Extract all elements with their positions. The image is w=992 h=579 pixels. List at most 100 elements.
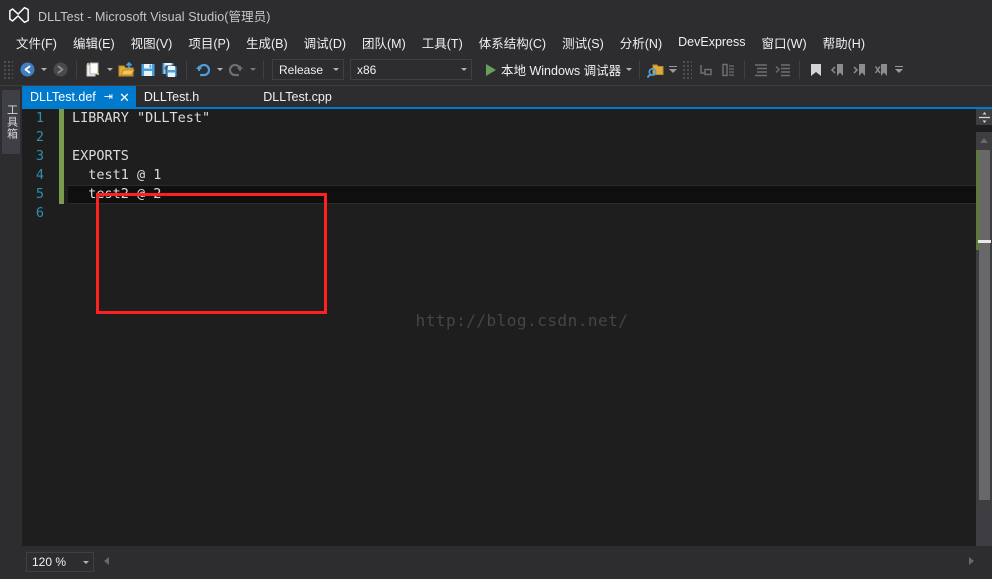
visual-studio-logo-icon [9, 6, 29, 24]
toolbar-separator [799, 60, 801, 79]
toolbar-overflow-icon[interactable] [893, 59, 905, 81]
undo-icon[interactable] [192, 59, 214, 81]
toolbar-overflow-icon[interactable] [667, 59, 679, 81]
step-into-icon[interactable] [695, 59, 717, 81]
solution-configuration-combo[interactable]: Release [272, 59, 344, 80]
current-line-highlight [68, 185, 976, 204]
clear-bookmarks-icon[interactable] [871, 59, 893, 81]
menu-item-help[interactable]: 帮助(H) [815, 30, 873, 55]
start-debugging-dropdown[interactable] [623, 59, 634, 81]
toolbar-separator [186, 60, 187, 79]
code-line: test1 @ 1 [72, 167, 162, 183]
solution-platform-combo[interactable]: x86 [350, 59, 472, 80]
menu-item-view[interactable]: 视图(V) [123, 30, 181, 55]
navigate-back-dropdown[interactable] [38, 59, 49, 81]
menu-item-devexpress[interactable]: DevExpress [670, 32, 753, 52]
menu-item-team[interactable]: 团队(M) [354, 30, 414, 55]
editor-gutter: 1 2 3 4 5 6 [22, 109, 68, 546]
close-icon[interactable]: ✕ [119, 91, 130, 104]
undo-dropdown[interactable] [214, 59, 225, 81]
scroll-right-icon[interactable] [963, 553, 979, 569]
scrollbar-thumb[interactable] [979, 150, 990, 500]
toolbar-separator [263, 60, 264, 79]
change-bar [59, 109, 64, 128]
play-icon [486, 63, 496, 76]
scroll-left-icon[interactable] [98, 553, 114, 569]
document-tab-label: DLLTest.cpp [263, 90, 332, 104]
next-bookmark-icon[interactable] [849, 59, 871, 81]
watermark-text: http://blog.csdn.net/ [415, 311, 629, 330]
menu-item-window[interactable]: 窗口(W) [754, 30, 815, 55]
change-bar [59, 128, 64, 147]
line-number: 2 [35, 129, 44, 145]
toolbar-grip[interactable] [683, 60, 693, 79]
menu-bar: 文件(F) 编辑(E) 视图(V) 项目(P) 生成(B) 调试(D) 团队(M… [0, 30, 992, 54]
menu-item-file[interactable]: 文件(F) [8, 30, 65, 55]
redo-icon[interactable] [225, 59, 247, 81]
menu-item-build[interactable]: 生成(B) [238, 30, 296, 55]
window-title: DLLTest - Microsoft Visual Studio(管理员) [38, 9, 271, 24]
line-number: 3 [35, 148, 44, 164]
start-debugging-label: 本地 Windows 调试器 [501, 64, 622, 78]
code-text-area[interactable]: LIBRARY "DLLTest" EXPORTS test1 @ 1 test… [68, 109, 976, 546]
redo-dropdown[interactable] [247, 59, 258, 81]
indent-icon[interactable] [750, 59, 772, 81]
open-file-icon[interactable] [115, 59, 137, 81]
standard-toolbar: Release x86 本地 Windows 调试器 [0, 54, 992, 86]
menu-item-architecture[interactable]: 体系结构(C) [471, 30, 554, 55]
document-tab-dlltest-cpp[interactable]: DLLTest.cpp [255, 86, 340, 108]
document-tab-dlltest-h[interactable]: DLLTest.h [136, 86, 207, 108]
menu-item-analyze[interactable]: 分析(N) [612, 30, 670, 55]
change-bar [59, 166, 64, 185]
document-tab-dlltest-def[interactable]: DLLTest.def ⇥ ✕ [22, 86, 136, 108]
toolbar-separator [639, 60, 641, 79]
solution-configuration-value: Release [279, 62, 324, 77]
chevron-down-icon [461, 68, 467, 71]
pin-icon[interactable]: ⇥ [104, 91, 113, 103]
document-tab-label: DLLTest.def [30, 90, 96, 104]
find-in-files-icon[interactable] [645, 59, 667, 81]
bookmark-icon[interactable] [805, 59, 827, 81]
change-bar [59, 185, 64, 204]
navigate-back-icon[interactable] [16, 59, 38, 81]
chevron-down-icon [333, 68, 339, 71]
vertical-scrollbar[interactable] [976, 109, 992, 569]
code-line: LIBRARY "DLLTest" [72, 110, 211, 126]
save-all-icon[interactable] [159, 59, 181, 81]
toolbar-grip[interactable] [4, 60, 13, 79]
outdent-icon[interactable] [772, 59, 794, 81]
code-line: EXPORTS [72, 148, 129, 164]
visual-studio-window: DLLTest - Microsoft Visual Studio(管理员) 文… [0, 0, 992, 579]
scroll-up-icon[interactable] [976, 132, 992, 148]
menu-item-test[interactable]: 测试(S) [554, 30, 612, 55]
code-line: test2 @ 2 [72, 186, 162, 202]
menu-item-tools[interactable]: 工具(T) [414, 30, 471, 55]
new-project-dropdown[interactable] [104, 59, 115, 81]
zoom-level-combo[interactable]: 120 % [26, 552, 94, 572]
horizontal-scrollbar-track[interactable] [114, 554, 962, 568]
line-number: 6 [35, 205, 44, 221]
menu-item-edit[interactable]: 编辑(E) [65, 30, 123, 55]
change-bar [59, 147, 64, 166]
editor-frame: DLLTest.def ⇥ ✕ DLLTest.h DLLTest.cpp 1 … [22, 86, 992, 569]
step-over-icon[interactable] [717, 59, 739, 81]
line-number: 4 [35, 167, 44, 183]
save-icon[interactable] [137, 59, 159, 81]
title-bar: DLLTest - Microsoft Visual Studio(管理员) [0, 0, 992, 30]
scrollbar-caret-marker [978, 240, 991, 243]
chevron-down-icon [83, 560, 89, 564]
line-number: 1 [35, 110, 44, 126]
start-debugging-button[interactable]: 本地 Windows 调试器 [483, 59, 623, 81]
navigate-forward-icon[interactable] [49, 59, 71, 81]
menu-item-project[interactable]: 项目(P) [180, 30, 238, 55]
line-number: 5 [35, 186, 44, 202]
code-editor[interactable]: 1 2 3 4 5 6 LIBRARY "DLLTest" EXPORTS te… [22, 109, 992, 569]
previous-bookmark-icon[interactable] [827, 59, 849, 81]
split-view-icon[interactable] [976, 109, 992, 125]
solution-platform-value: x86 [357, 62, 377, 77]
menu-item-debug[interactable]: 调试(D) [296, 30, 354, 55]
new-project-icon[interactable] [82, 59, 104, 81]
document-tab-label: DLLTest.h [143, 90, 200, 104]
zoom-level-value: 120 % [32, 555, 67, 569]
document-tab-strip: DLLTest.def ⇥ ✕ DLLTest.h DLLTest.cpp [22, 86, 992, 108]
